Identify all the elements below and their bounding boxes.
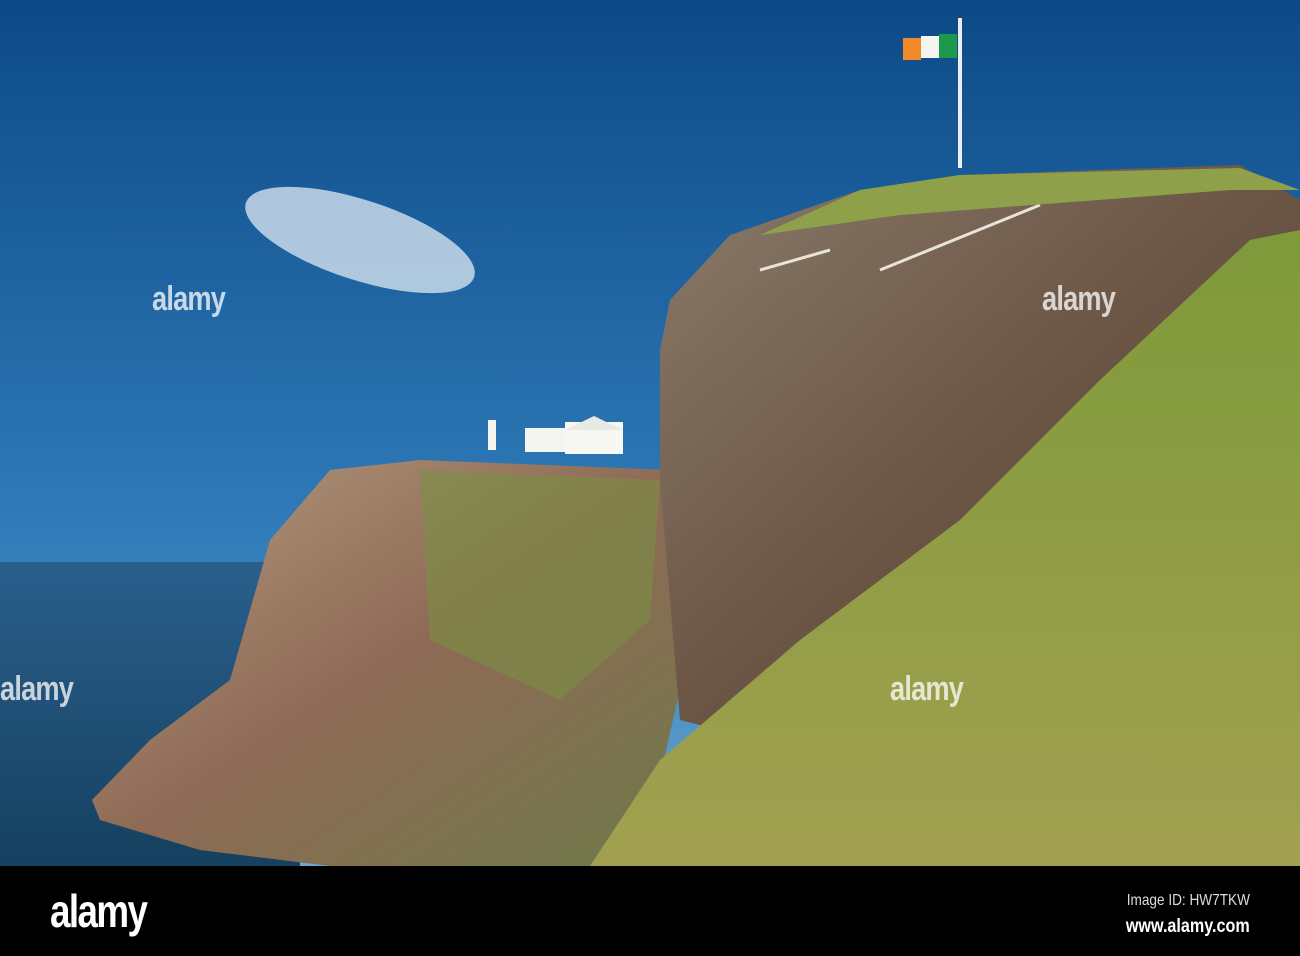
watermark: alamy — [152, 280, 226, 318]
alamy-logo: alamy — [50, 885, 148, 937]
watermark: alamy — [0, 670, 74, 708]
footer-bar: alamy Image ID: HW7TKW www.alamy.com — [0, 866, 1300, 956]
watermark: alamy — [890, 670, 964, 708]
cliff-landscape-photo — [0, 0, 1300, 866]
site-url: www.alamy.com — [1126, 916, 1250, 937]
stock-photo: alamy alamy alamy alamy alamy Image ID: … — [0, 0, 1300, 956]
watermark: alamy — [1042, 280, 1116, 318]
image-id: Image ID: HW7TKW — [1126, 892, 1250, 909]
